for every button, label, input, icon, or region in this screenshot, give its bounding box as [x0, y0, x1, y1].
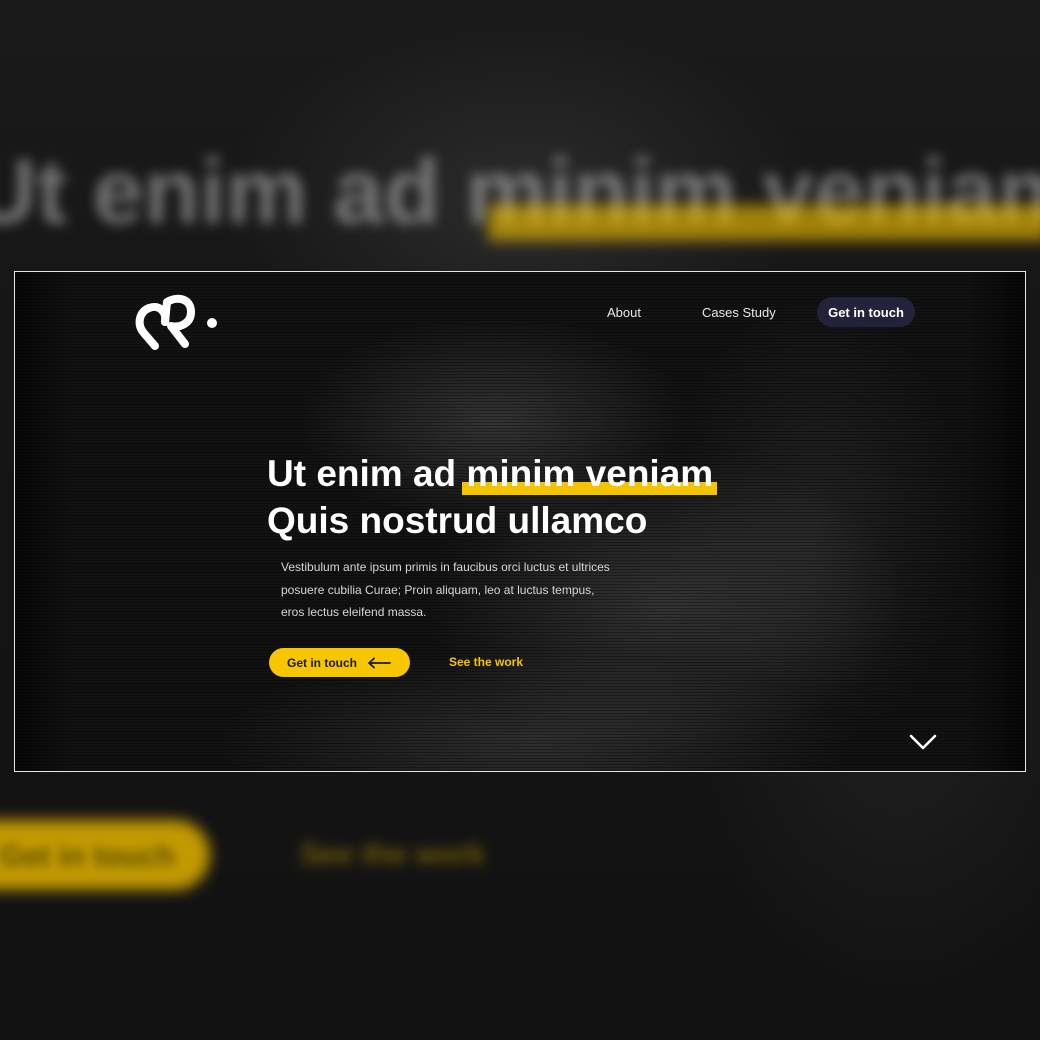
nav-cases-study-link[interactable]: Cases Study [702, 305, 776, 320]
see-the-work-link[interactable]: See the work [449, 655, 523, 669]
nav-about-link[interactable]: About [607, 305, 641, 320]
headline-highlight: minim veniam [462, 450, 718, 497]
background-cta-text: Get in touch [0, 840, 175, 873]
headline-prefix: Ut enim ad [267, 453, 467, 494]
headline-highlight-text: minim veniam [466, 453, 714, 494]
background-link-text: See the work [300, 838, 486, 871]
get-in-touch-button[interactable]: Get in touch [269, 648, 410, 677]
hero-headline: Ut enim ad minim veniam Quis nostrud ull… [267, 450, 718, 544]
hero-description: Vestibulum ante ipsum primis in faucibus… [281, 556, 661, 624]
description-line-1: Vestibulum ante ipsum primis in faucibus… [281, 560, 610, 574]
description-line-2: posuere cubilia Curae; Proin aliquam, le… [281, 582, 595, 597]
description-line-3: eros lectus eleifend massa. [281, 605, 427, 619]
nav-get-in-touch-button[interactable]: Get in touch [817, 297, 915, 327]
get-in-touch-label: Get in touch [287, 655, 357, 670]
chevron-down-icon[interactable] [908, 732, 938, 752]
arrow-left-icon [368, 657, 391, 668]
headline-line-2: Quis nostrud ullamco [267, 500, 648, 541]
headline-line-1: Ut enim ad minim veniam [267, 450, 718, 497]
website-hero-screenshot: About Cases Study Get in touch Ut enim a… [14, 271, 1026, 772]
brand-logo-icon[interactable] [133, 288, 223, 354]
background-highlight-bar [488, 205, 1040, 241]
